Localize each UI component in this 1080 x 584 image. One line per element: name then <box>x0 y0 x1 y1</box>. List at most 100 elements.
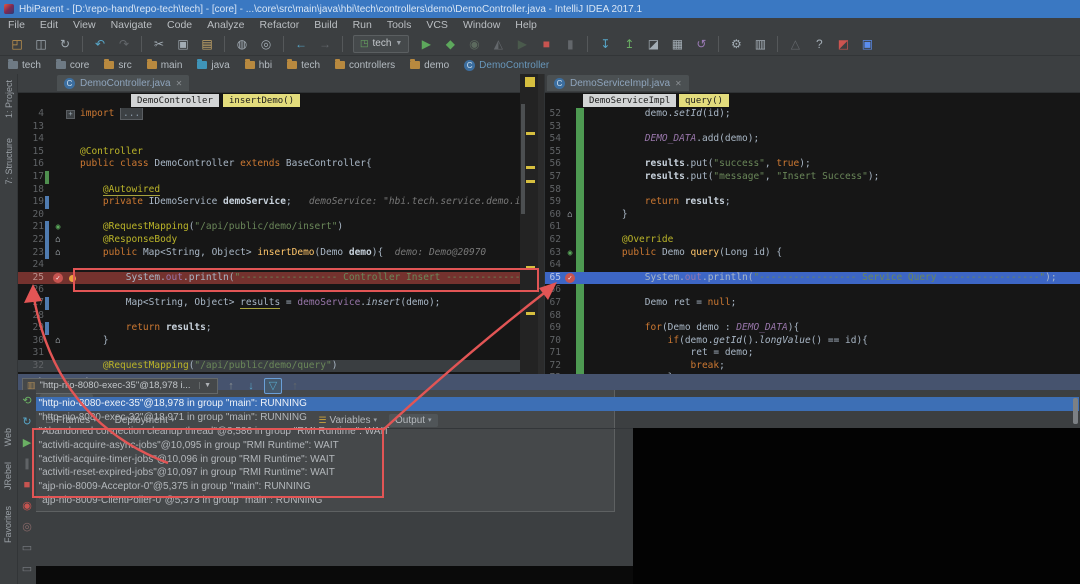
menu-item-build[interactable]: Build <box>314 19 337 31</box>
menu-item-code[interactable]: Code <box>167 19 192 31</box>
line-number[interactable]: 26 <box>18 284 50 297</box>
fold-slot[interactable] <box>66 272 80 285</box>
fold-slot[interactable] <box>66 247 80 260</box>
gutter-slot[interactable] <box>50 297 66 310</box>
fold-slot[interactable] <box>66 259 80 272</box>
idea-icon[interactable]: ▣ <box>856 35 878 53</box>
gutter-slot[interactable] <box>563 221 577 234</box>
gutter-slot[interactable] <box>50 171 66 184</box>
tab-demo-service-impl[interactable]: C DemoServiceImpl.java ✕ <box>547 75 689 91</box>
fold-icon[interactable]: + <box>66 110 75 119</box>
scrollbar-thumb[interactable] <box>521 104 525 214</box>
editor-pane-demo-controller[interactable]: C DemoController.java ✕ DemoController i… <box>18 74 538 374</box>
stripe-item-7-structure[interactable]: 7: Structure <box>4 138 14 185</box>
line-number[interactable]: 67 <box>545 297 563 310</box>
back-icon[interactable]: ← <box>290 35 312 53</box>
fold-slot[interactable] <box>66 158 80 171</box>
fold-slot[interactable] <box>66 297 80 310</box>
line-number[interactable]: 66 <box>545 284 563 297</box>
run-config-selector[interactable]: ◳tech▼ <box>353 35 409 53</box>
gutter-slot[interactable] <box>563 121 577 134</box>
pill-method[interactable]: query() <box>678 93 730 108</box>
gutter-slot[interactable] <box>50 121 66 134</box>
editor-pane-demo-service-impl[interactable]: C DemoServiceImpl.java ✕ DemoServiceImpl… <box>544 74 1080 374</box>
line-number[interactable]: 55 <box>545 146 563 159</box>
line-number[interactable]: 64 <box>545 259 563 272</box>
fold-slot[interactable] <box>66 209 80 222</box>
forward-icon[interactable]: → <box>314 35 336 53</box>
fold-slot[interactable] <box>66 284 80 297</box>
menu-item-refactor[interactable]: Refactor <box>260 19 300 31</box>
fold-slot[interactable] <box>66 146 80 159</box>
chevron-down-icon[interactable]: ▼ <box>199 382 215 389</box>
gutter-slot[interactable] <box>563 322 577 335</box>
error-stripe[interactable] <box>520 74 538 374</box>
fold-slot[interactable] <box>66 184 80 197</box>
tab-demo-controller[interactable]: C DemoController.java ✕ <box>57 75 189 91</box>
line-number[interactable]: 58 <box>545 184 563 197</box>
code-editor-right[interactable]: 52 demo.setId(id);5354 DEMO_DATA.add(dem… <box>545 108 1080 374</box>
breadcrumb-item-src[interactable]: src <box>104 60 131 71</box>
restore-layout-icon[interactable]: ▭ <box>19 537 35 558</box>
gutter-slot[interactable]: ✓ <box>50 272 66 285</box>
line-number[interactable]: 56 <box>545 158 563 171</box>
thread-row[interactable]: ▥"http-nio-8080-exec-35"@18,978 in group… <box>19 397 1079 411</box>
line-number[interactable]: 72 <box>545 360 563 373</box>
view-breakpoints-icon[interactable]: ◉ <box>19 495 35 516</box>
debug-icon[interactable]: ◆ <box>439 35 461 53</box>
fold-slot[interactable] <box>66 234 80 247</box>
gutter-slot[interactable] <box>563 184 577 197</box>
gutter-slot[interactable] <box>50 146 66 159</box>
save-all-icon[interactable]: ◫ <box>30 35 52 53</box>
fold-slot[interactable]: + <box>66 108 80 121</box>
gutter-slot[interactable] <box>563 310 577 323</box>
mute-breakpoints-icon[interactable]: ◎ <box>19 516 35 537</box>
tool-disabled-icon[interactable]: △ <box>784 35 806 53</box>
revert-icon[interactable]: ↺ <box>690 35 712 53</box>
synchronize-icon[interactable]: ↻ <box>54 35 76 53</box>
gutter-slot[interactable] <box>563 146 577 159</box>
gutter-slot[interactable]: ⌂ <box>50 234 66 247</box>
line-number[interactable]: 18 <box>18 184 50 197</box>
next-frame-icon[interactable]: ↓ <box>244 380 258 392</box>
gutter-slot[interactable] <box>50 184 66 197</box>
line-number[interactable]: 70 <box>545 335 563 348</box>
menu-item-vcs[interactable]: VCS <box>426 19 448 31</box>
breadcrumb-item-democontroller[interactable]: CDemoController <box>464 60 549 71</box>
line-number[interactable]: 20 <box>18 209 50 222</box>
line-number[interactable]: 13 <box>18 121 50 134</box>
update-application-icon[interactable]: ↻ <box>19 411 35 432</box>
line-number[interactable]: 53 <box>545 121 563 134</box>
stop-disabled-icon[interactable]: ▮ <box>559 35 581 53</box>
menu-item-edit[interactable]: Edit <box>40 19 58 31</box>
rerun-icon[interactable]: ⟲ <box>19 390 35 411</box>
line-number[interactable]: 65 <box>545 272 563 285</box>
fold-slot[interactable] <box>66 322 80 335</box>
line-number[interactable]: 30 <box>18 335 50 348</box>
menu-item-file[interactable]: File <box>8 19 25 31</box>
jrebel-icon[interactable]: ◩ <box>832 35 854 53</box>
stripe-item-1-project[interactable]: 1: Project <box>4 80 14 118</box>
shelve-icon[interactable]: ◪ <box>642 35 664 53</box>
gutter-slot[interactable] <box>563 360 577 373</box>
menu-item-navigate[interactable]: Navigate <box>111 19 152 31</box>
undo-icon[interactable]: ↶ <box>89 35 111 53</box>
breadcrumb-item-main[interactable]: main <box>147 60 183 71</box>
run-disabled-icon[interactable]: ▶ <box>511 35 533 53</box>
stripe-item-jrebel[interactable]: JRebel <box>3 462 13 490</box>
thread-row[interactable]: ▥"http-nio-8080-exec-32"@18,971 in group… <box>19 411 1079 425</box>
filter-frames-icon[interactable]: ▽ <box>264 378 282 394</box>
gutter-slot[interactable] <box>50 322 66 335</box>
thread-scrollbar[interactable] <box>1073 398 1078 424</box>
breadcrumb-item-java[interactable]: java <box>197 60 229 71</box>
run-icon[interactable]: ▶ <box>415 35 437 53</box>
breadcrumb-item-hbi[interactable]: hbi <box>245 60 272 71</box>
gutter-slot[interactable] <box>563 133 577 146</box>
fold-slot[interactable] <box>66 335 80 348</box>
line-number[interactable]: 57 <box>545 171 563 184</box>
gutter-slot[interactable] <box>50 158 66 171</box>
gutter-slot[interactable] <box>50 259 66 272</box>
project-structure-icon[interactable]: ▥ <box>749 35 771 53</box>
open-project-icon[interactable]: ◰ <box>6 35 28 53</box>
line-number[interactable]: 68 <box>545 310 563 323</box>
